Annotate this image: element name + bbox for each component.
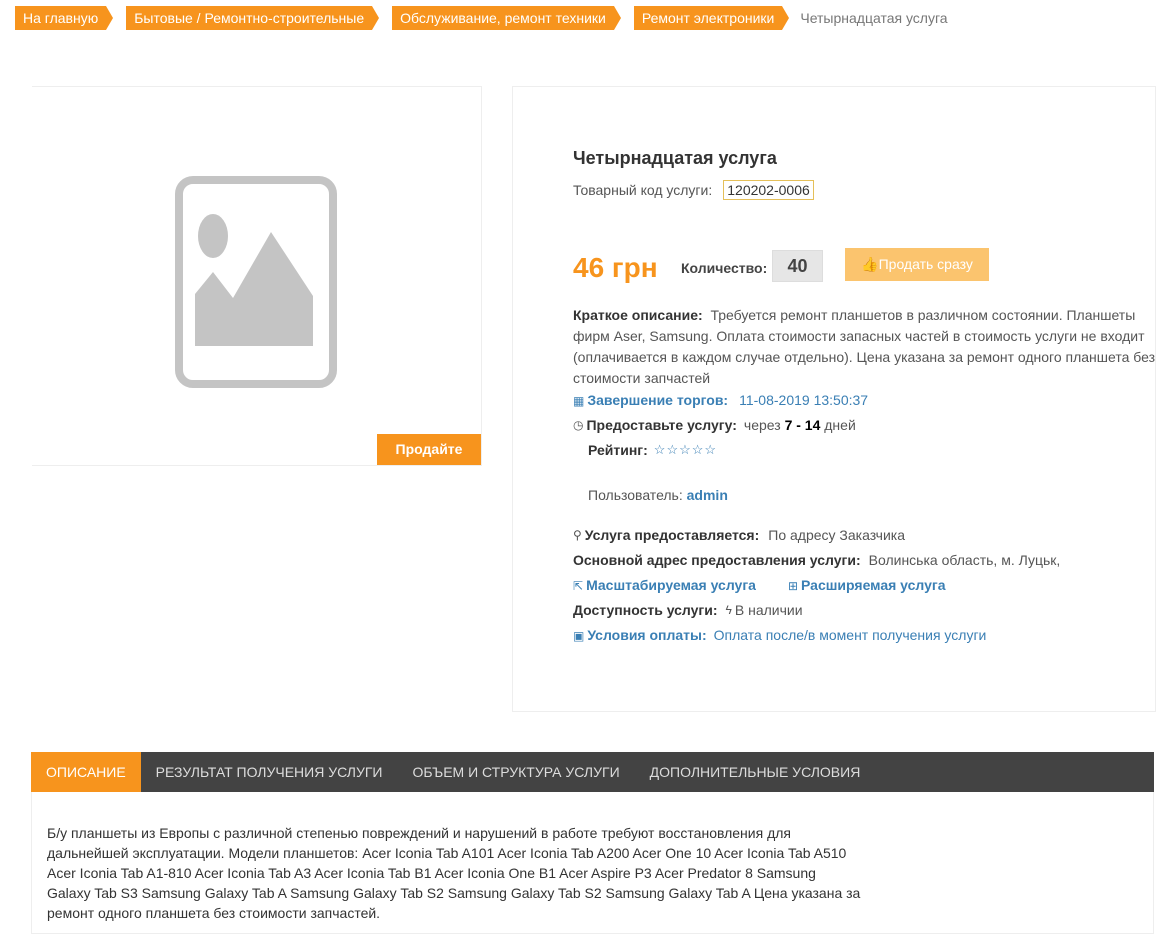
rating-label: Рейтинг: — [588, 442, 648, 458]
user-label: Пользователь: — [588, 487, 683, 503]
payment-label: Условия оплаты: — [587, 627, 707, 643]
service-features-row: ⇱ Масштабируемая услуга ⊞ Расширяемая услу… — [573, 577, 946, 593]
payment-row: ▣ Условия оплаты: Оплата после/в момент п… — [573, 627, 986, 643]
address-value: Волинська область, м. Луцьк, — [868, 552, 1061, 568]
product-info-panel: Четырнадцатая услуга Товарный код услуги… — [512, 86, 1156, 712]
provide-range: 7 - 14 — [784, 417, 821, 433]
lightning-icon: ϟ — [725, 603, 732, 617]
image-placeholder-icon — [175, 176, 337, 388]
location-row: ⚲ Услуга предоставляется: По адресу Заказ… — [573, 527, 905, 543]
product-image-panel: Продайте — [32, 86, 482, 466]
sell-now-button[interactable]: 👍Продать сразу — [845, 248, 989, 281]
short-description-label: Краткое описание: — [573, 307, 703, 323]
breadcrumb: На главную Бытовые / Ремонтно-строительн… — [15, 6, 948, 30]
availability-label: Доступность услуги: — [573, 602, 718, 618]
address-row: Основной адрес предоставления услуги: Во… — [573, 552, 1060, 568]
location-value: По адресу Заказчика — [768, 527, 906, 543]
provide-label: Предоставьте услугу: — [586, 417, 737, 433]
sell-now-label: Продать сразу — [878, 256, 973, 272]
scalable-service-label: Масштабируемая услуга — [586, 577, 756, 593]
auction-end-row: ▦ Завершение торгов: 11-08-2019 13:50:37 — [573, 392, 868, 408]
quantity-field[interactable]: 40 — [772, 250, 823, 282]
short-description: Краткое описание: Требуется ремонт планш… — [573, 305, 1158, 389]
expandable-service-link[interactable]: ⊞ Расширяемая услуга — [788, 577, 946, 593]
rating-stars-icon: ☆☆☆☆☆ — [653, 442, 718, 457]
scalable-service-link[interactable]: ⇱ Масштабируемая услуга — [573, 577, 756, 593]
clock-icon: ◷ — [573, 418, 584, 432]
tab-description-text: Б/у планшеты из Европы с различной степе… — [47, 825, 861, 921]
availability-row: Доступность услуги: ϟВ наличии — [573, 602, 803, 618]
address-label: Основной адрес предоставления услуги: — [573, 552, 861, 568]
auction-end-value: 11-08-2019 13:50:37 — [739, 392, 869, 408]
product-code-row: Товарный код услуги: 120202-0006 — [573, 180, 814, 200]
thumbs-up-icon: 👍 — [861, 256, 879, 272]
tab-description[interactable]: ОПИСАНИЕ — [31, 752, 141, 792]
product-title: Четырнадцатая услуга — [573, 148, 777, 168]
provide-suffix: дней — [824, 417, 856, 433]
availability-value: В наличии — [734, 602, 803, 618]
provide-row: ◷ Предоставьте услугу: через 7 - 14 дней — [573, 417, 856, 433]
breadcrumb-home[interactable]: На главную — [15, 6, 114, 30]
product-code-value: 120202-0006 — [723, 180, 814, 200]
breadcrumb-current: Четырнадцатая услуга — [800, 10, 948, 26]
plus-square-icon: ⊞ — [787, 579, 799, 593]
provide-prefix: через — [743, 417, 781, 433]
location-label: Услуга предоставляется: — [584, 527, 760, 543]
sell-button[interactable]: Продайте — [377, 434, 481, 465]
external-link-icon: ⇱ — [573, 579, 584, 593]
payment-value: Оплата после/в момент получения услуги — [713, 627, 987, 643]
money-icon: ▣ — [573, 629, 585, 643]
expandable-service-label: Расширяемая услуга — [801, 577, 946, 593]
rating-row: Рейтинг: ☆☆☆☆☆ — [588, 442, 717, 458]
tab-content-panel: Б/у планшеты из Европы с различной степе… — [31, 792, 1154, 934]
product-tabs: ОПИСАНИЕ РЕЗУЛЬТАТ ПОЛУЧЕНИЯ УСЛУГИ ОБЪЕ… — [31, 752, 1154, 792]
map-marker-icon: ⚲ — [573, 528, 582, 542]
tab-result[interactable]: РЕЗУЛЬТАТ ПОЛУЧЕНИЯ УСЛУГИ — [141, 752, 398, 792]
tab-scope[interactable]: ОБЪЕМ И СТРУКТУРА УСЛУГИ — [398, 752, 635, 792]
user-link[interactable]: admin — [687, 487, 728, 503]
breadcrumb-household[interactable]: Бытовые / Ремонтно-строительные — [126, 6, 380, 30]
quantity-label: Количество: — [681, 260, 768, 276]
breadcrumb-maintenance[interactable]: Обслуживание, ремонт техники — [392, 6, 621, 30]
user-row: Пользователь: admin — [588, 487, 728, 503]
auction-end-label: Завершение торгов: — [587, 392, 729, 408]
tab-additional-conditions[interactable]: ДОПОЛНИТЕЛЬНЫЕ УСЛОВИЯ — [635, 752, 876, 792]
product-price: 46 грн — [573, 252, 658, 283]
product-code-label: Товарный код услуги: — [573, 182, 713, 198]
breadcrumb-electronics[interactable]: Ремонт электроники — [633, 6, 789, 30]
calendar-icon: ▦ — [573, 394, 585, 408]
